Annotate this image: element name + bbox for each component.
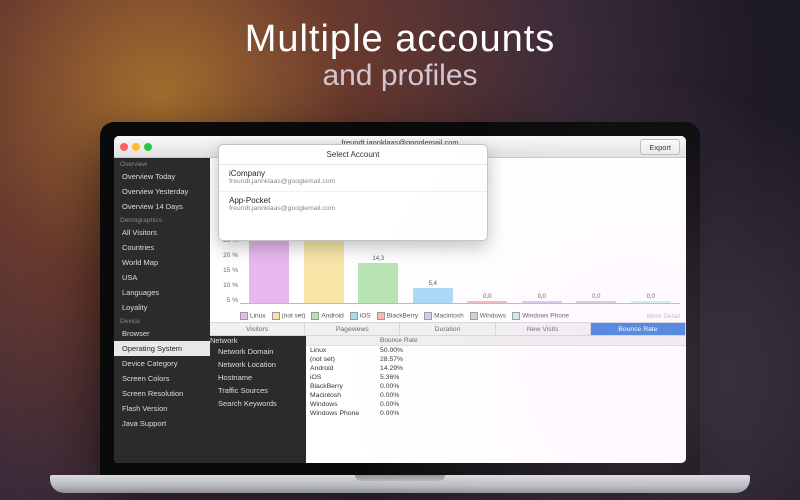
sidebar-item[interactable]: Loyality: [114, 300, 210, 315]
sidebar-item[interactable]: Browser: [114, 326, 210, 341]
table-row[interactable]: Macintosh0.00%: [306, 391, 686, 400]
table-row[interactable]: iOS5.36%: [306, 373, 686, 382]
sidebar-item[interactable]: Screen Colors: [114, 371, 210, 386]
app-window: freundt.jannklaas@googlemail.com App-Poc…: [114, 136, 686, 463]
y-tick: 10 %: [212, 282, 238, 289]
sidebar-section: Device: [114, 315, 210, 326]
sidebar-item[interactable]: Hostname: [210, 371, 306, 384]
sidebar-network: NetworkNetwork DomainNetwork LocationHos…: [210, 336, 306, 463]
col-header: [306, 336, 376, 345]
export-button[interactable]: Export: [640, 139, 680, 155]
hero-subtitle: and profiles: [0, 59, 800, 93]
sidebar-item[interactable]: All Visitors: [114, 225, 210, 240]
tab[interactable]: Visitors: [210, 323, 305, 335]
sidebar-item[interactable]: Operating System: [114, 341, 210, 356]
y-tick: 15 %: [212, 267, 238, 274]
table-row[interactable]: Windows Phone0.00%: [306, 409, 686, 418]
bar: 0,0: [571, 162, 622, 303]
legend-item: iOS: [350, 312, 371, 320]
legend-item: BlackBerry: [377, 312, 418, 320]
sidebar-item[interactable]: Traffic Sources: [210, 384, 306, 397]
sidebar-item[interactable]: Overview Today: [114, 169, 210, 184]
legend-item: (not set): [272, 312, 306, 320]
table-row[interactable]: Android14.29%: [306, 364, 686, 373]
legend-item: Macintosh: [424, 312, 464, 320]
legend-item: Android: [311, 312, 343, 320]
more-detail-button[interactable]: More Detail: [647, 313, 680, 320]
sidebar: OverviewOverview TodayOverview Yesterday…: [114, 158, 210, 463]
laptop-base: [50, 475, 750, 493]
sidebar-item[interactable]: Flash Version: [114, 401, 210, 416]
data-table: Bounce Rate Linux50.00%(not set)28.57%An…: [306, 336, 686, 463]
table-row[interactable]: Windows0.00%: [306, 400, 686, 409]
sidebar-item[interactable]: Languages: [114, 285, 210, 300]
sidebar-item[interactable]: Screen Resolution: [114, 386, 210, 401]
sidebar-section: Overview: [114, 158, 210, 169]
legend-item: Linux: [240, 312, 266, 320]
sidebar-item[interactable]: Device Category: [114, 356, 210, 371]
sidebar-section: Demographics: [114, 214, 210, 225]
tab[interactable]: Bounce Rate: [591, 323, 686, 335]
account-item[interactable]: iCompanyfreundt.jannklaas@googlemail.com: [219, 165, 487, 192]
bar: 0,0: [626, 162, 677, 303]
sidebar-item[interactable]: World Map: [114, 255, 210, 270]
sidebar-item[interactable]: USA: [114, 270, 210, 285]
col-header: Bounce Rate: [376, 336, 436, 345]
legend-item: Windows: [470, 312, 506, 320]
y-tick: 5 %: [212, 297, 238, 304]
hero-title: Multiple accounts: [0, 18, 800, 61]
tab[interactable]: Duration: [400, 323, 495, 335]
tab[interactable]: Pageviews: [305, 323, 400, 335]
tab[interactable]: New Visits: [496, 323, 591, 335]
popover-title: Select Account: [219, 145, 487, 165]
sidebar-item[interactable]: Network Domain: [210, 345, 306, 358]
table-row[interactable]: Linux50.00%: [306, 346, 686, 355]
sidebar-item[interactable]: Overview 14 Days: [114, 199, 210, 214]
sidebar-item[interactable]: Overview Yesterday: [114, 184, 210, 199]
legend-item: Windows Phone: [512, 312, 569, 320]
table-row[interactable]: (not set)28.57%: [306, 355, 686, 364]
sidebar-item[interactable]: Countries: [114, 240, 210, 255]
y-tick: 20 %: [212, 252, 238, 259]
tabs: VisitorsPageviewsDurationNew VisitsBounc…: [210, 322, 686, 336]
sidebar-item[interactable]: Search Keywords: [210, 397, 306, 410]
bar: 0,0: [517, 162, 568, 303]
sidebar-item[interactable]: Java Support: [114, 416, 210, 431]
sidebar-section: Network: [210, 336, 306, 345]
table-row[interactable]: BlackBerry0.00%: [306, 382, 686, 391]
sidebar-item[interactable]: Network Location: [210, 358, 306, 371]
account-popover: Select Account iCompanyfreundt.jannklaas…: [218, 144, 488, 241]
account-item[interactable]: App-Pocketfreundt.jannklaas@googlemail.c…: [219, 192, 487, 240]
